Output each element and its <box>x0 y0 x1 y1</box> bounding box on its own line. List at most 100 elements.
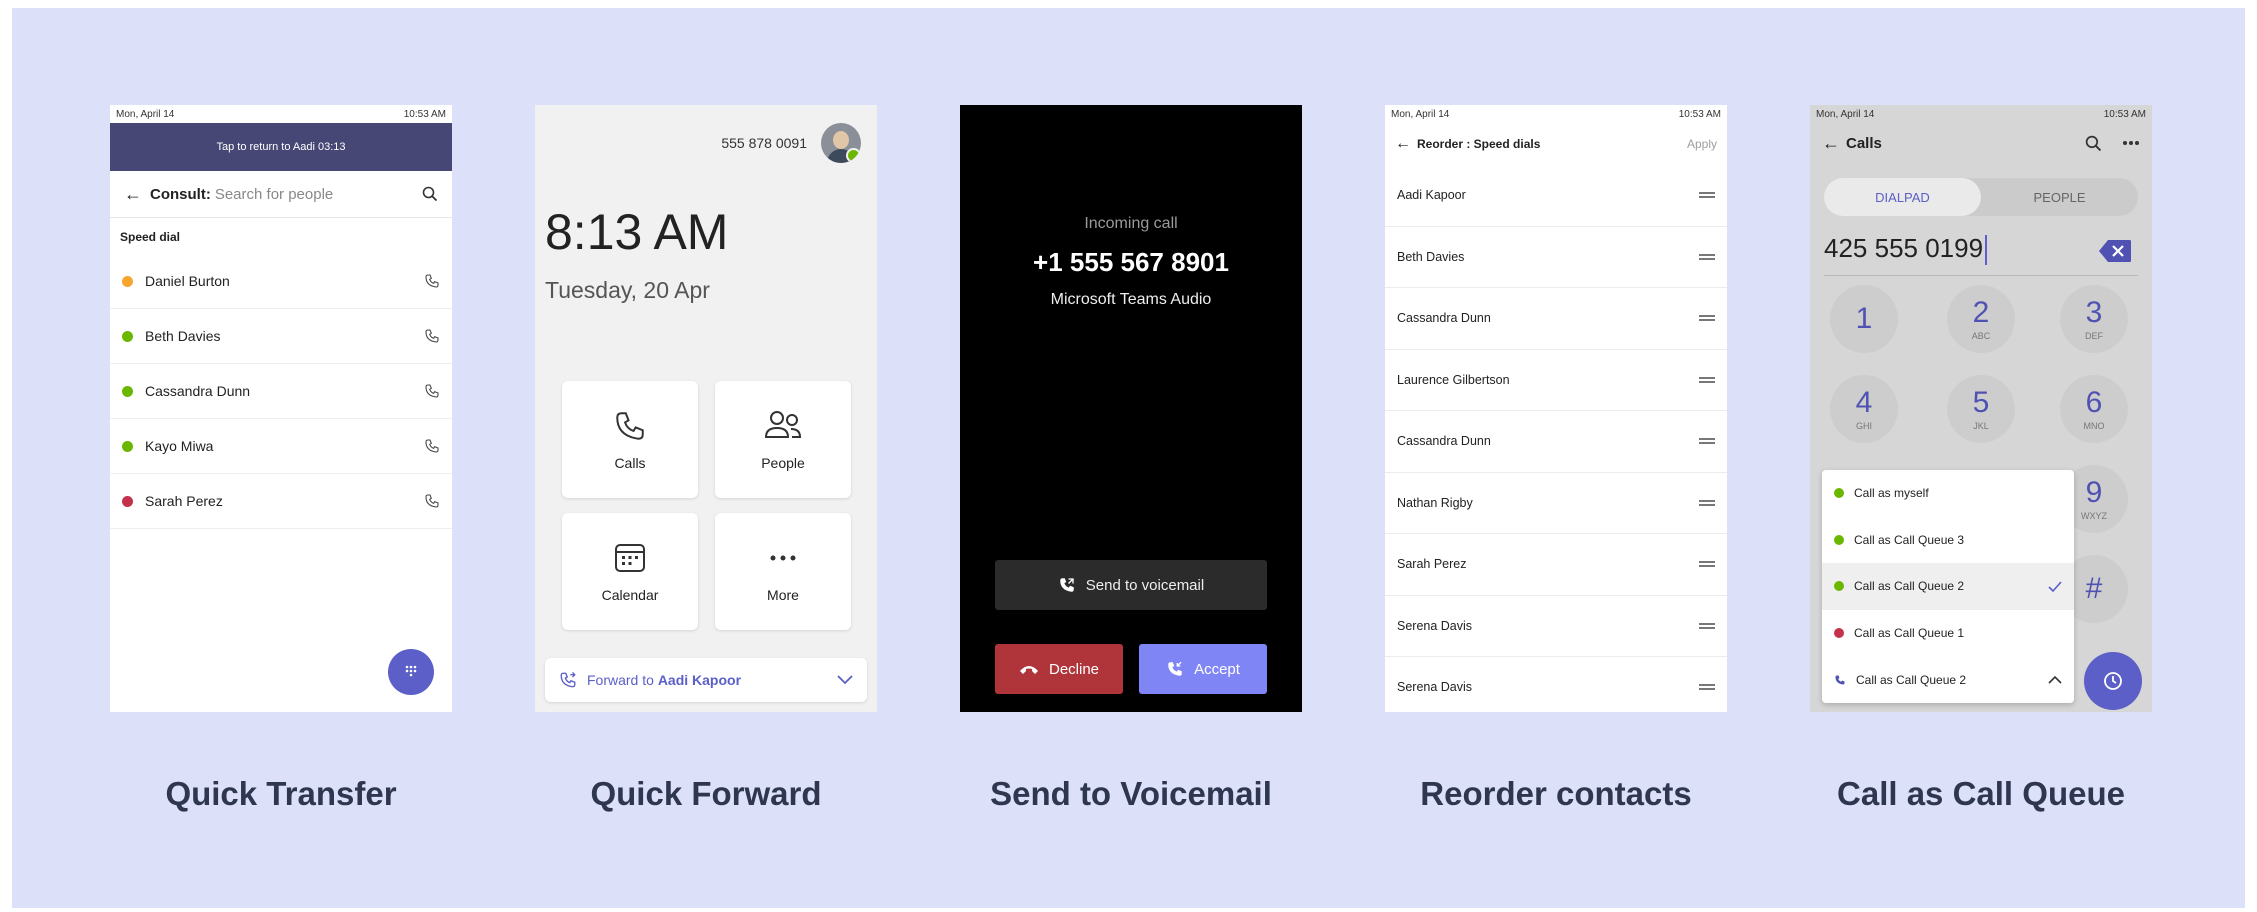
forward-label: Forward to Aadi Kapoor <box>587 672 837 688</box>
drag-handle-icon[interactable] <box>1699 253 1715 260</box>
more-tile[interactable]: More <box>715 513 851 630</box>
list-item[interactable]: Sarah Perez <box>1385 534 1727 596</box>
caption-quick-forward: Quick Forward <box>590 775 822 812</box>
list-item[interactable]: Aadi Kapoor <box>1385 165 1727 227</box>
tile-label: More <box>767 586 799 603</box>
phone-icon[interactable] <box>424 273 440 289</box>
calls-tile[interactable]: Calls <box>562 381 698 498</box>
list-item[interactable]: Serena Davis <box>1385 657 1727 712</box>
contact-row[interactable]: Kayo Miwa <box>110 419 452 474</box>
contact-row[interactable]: Cassandra Dunn <box>110 364 452 419</box>
menu-item-current[interactable]: Call as Call Queue 2 <box>1822 656 2074 703</box>
calls-header: ← Calls <box>1810 123 2152 163</box>
list-item[interactable]: Cassandra Dunn <box>1385 288 1727 350</box>
contact-name: Sarah Perez <box>1397 557 1467 572</box>
menu-item-label: Call as myself <box>1854 486 1929 501</box>
avatar[interactable] <box>821 123 861 163</box>
dialpad-fab-button[interactable] <box>388 649 434 695</box>
apply-button[interactable]: Apply <box>1687 137 1717 151</box>
more-icon <box>766 541 800 587</box>
status-time: 10:53 AM <box>2103 108 2146 120</box>
arrow-left-icon[interactable]: ← <box>124 184 150 205</box>
calendar-icon <box>613 541 647 587</box>
drag-handle-icon[interactable] <box>1699 192 1715 199</box>
list-item[interactable]: Nathan Rigby <box>1385 473 1727 534</box>
phone-icon <box>1834 674 1846 686</box>
key-letters: MNO <box>2083 420 2105 431</box>
search-input[interactable]: Search for people <box>215 186 422 203</box>
forward-selector[interactable]: Forward to Aadi Kapoor <box>545 658 867 702</box>
contact-name: Nathan Rigby <box>1397 495 1473 510</box>
phone-icon[interactable] <box>424 438 440 454</box>
dialpad-key-4[interactable]: 4 GHI <box>1830 375 1898 443</box>
reorder-speed-dials-screen: Mon, April 14 10:53 AM ← Reorder : Speed… <box>1385 105 1727 712</box>
dialpad-key-3[interactable]: 3 DEF <box>2060 285 2128 353</box>
search-icon[interactable] <box>422 186 438 202</box>
chevron-up-icon[interactable] <box>2048 675 2062 684</box>
incoming-call-screen: Incoming call +1 555 567 8901 Microsoft … <box>960 105 1302 712</box>
dialpad-key-2[interactable]: 2 ABC <box>1947 285 2015 353</box>
dialpad-key-6[interactable]: 6 MNO <box>2060 375 2128 443</box>
menu-item[interactable]: Call as Call Queue 1 <box>1822 610 2074 657</box>
decline-label: Decline <box>1048 660 1100 678</box>
list-item[interactable]: Laurence Gilbertson <box>1385 350 1727 411</box>
presence-away-icon <box>122 275 133 287</box>
tab-people[interactable]: PEOPLE <box>1981 178 2138 216</box>
presence-available-icon <box>1834 581 1844 592</box>
key-letters: GHI <box>1855 420 1872 431</box>
reorder-list: Aadi Kapoor Beth Davies Cassandra Dunn L… <box>1385 165 1727 712</box>
dialpad-key-5[interactable]: 5 JKL <box>1947 375 2015 443</box>
drag-handle-icon[interactable] <box>1699 561 1715 568</box>
divider <box>1824 275 2138 276</box>
contact-name: Kayo Miwa <box>145 438 214 454</box>
menu-item[interactable]: Call as Call Queue 3 <box>1822 517 2074 564</box>
contact-row[interactable]: Beth Davies <box>110 309 452 364</box>
backspace-icon[interactable] <box>2098 239 2132 263</box>
calendar-tile[interactable]: Calendar <box>562 513 698 630</box>
menu-item[interactable]: Call as Call Queue 2 <box>1822 563 2074 610</box>
phone-icon[interactable] <box>424 328 440 344</box>
presence-available-icon <box>1834 488 1844 499</box>
list-item[interactable]: Serena Davis <box>1385 596 1727 657</box>
contact-name: Cassandra Dunn <box>1397 434 1491 449</box>
return-to-call-banner[interactable]: Tap to return to Aadi 03:13 <box>110 123 452 171</box>
accept-button[interactable]: Accept <box>1139 644 1267 694</box>
menu-item[interactable]: Call as myself <box>1822 470 2074 517</box>
arrow-left-icon[interactable]: ← <box>1395 135 1417 153</box>
contact-row[interactable]: Sarah Perez <box>110 474 452 529</box>
people-tile[interactable]: People <box>715 381 851 498</box>
contact-name: Serena Davis <box>1397 618 1473 633</box>
dialpad-key-1[interactable]: 1 <box>1830 285 1898 353</box>
drag-handle-icon[interactable] <box>1699 622 1715 629</box>
drag-handle-icon[interactable] <box>1699 376 1715 383</box>
phone-icon[interactable] <box>424 493 440 509</box>
drag-handle-icon[interactable] <box>1699 315 1715 322</box>
search-icon[interactable] <box>2085 135 2102 152</box>
phone-icon[interactable] <box>424 383 440 399</box>
status-date: Mon, April 14 <box>1391 108 1450 120</box>
status-date: Mon, April 14 <box>116 108 175 120</box>
status-bar: Mon, April 14 10:53 AM <box>110 105 452 123</box>
list-item[interactable]: Cassandra Dunn <box>1385 411 1727 473</box>
call-fab-button[interactable] <box>2084 652 2142 710</box>
send-to-voicemail-button[interactable]: Send to voicemail <box>995 560 1267 610</box>
decline-button[interactable]: Decline <box>995 644 1123 694</box>
list-item[interactable]: Beth Davies <box>1385 227 1727 288</box>
call-forward-icon <box>559 671 577 689</box>
dialed-number-field[interactable]: 425 555 0199 <box>1824 233 1988 266</box>
drag-handle-icon[interactable] <box>1699 438 1715 445</box>
dialed-number: 425 555 0199 <box>1824 233 1984 263</box>
presence-available-icon <box>846 148 861 163</box>
key-digit: 3 <box>2085 295 2103 329</box>
drag-handle-icon[interactable] <box>1699 499 1715 506</box>
menu-item-label: Call as Call Queue 1 <box>1854 626 1965 641</box>
clock-date: Tuesday, 20 Apr <box>545 277 710 303</box>
arrow-left-icon[interactable]: ← <box>1822 133 1846 154</box>
contact-row[interactable]: Daniel Burton <box>110 254 452 309</box>
more-icon[interactable] <box>2122 140 2140 146</box>
drag-handle-icon[interactable] <box>1699 684 1715 691</box>
chevron-down-icon[interactable] <box>837 675 853 685</box>
voicemail-label: Send to voicemail <box>1085 576 1205 594</box>
tab-dialpad[interactable]: DIALPAD <box>1824 178 1981 216</box>
status-time: 10:53 AM <box>1678 108 1721 120</box>
